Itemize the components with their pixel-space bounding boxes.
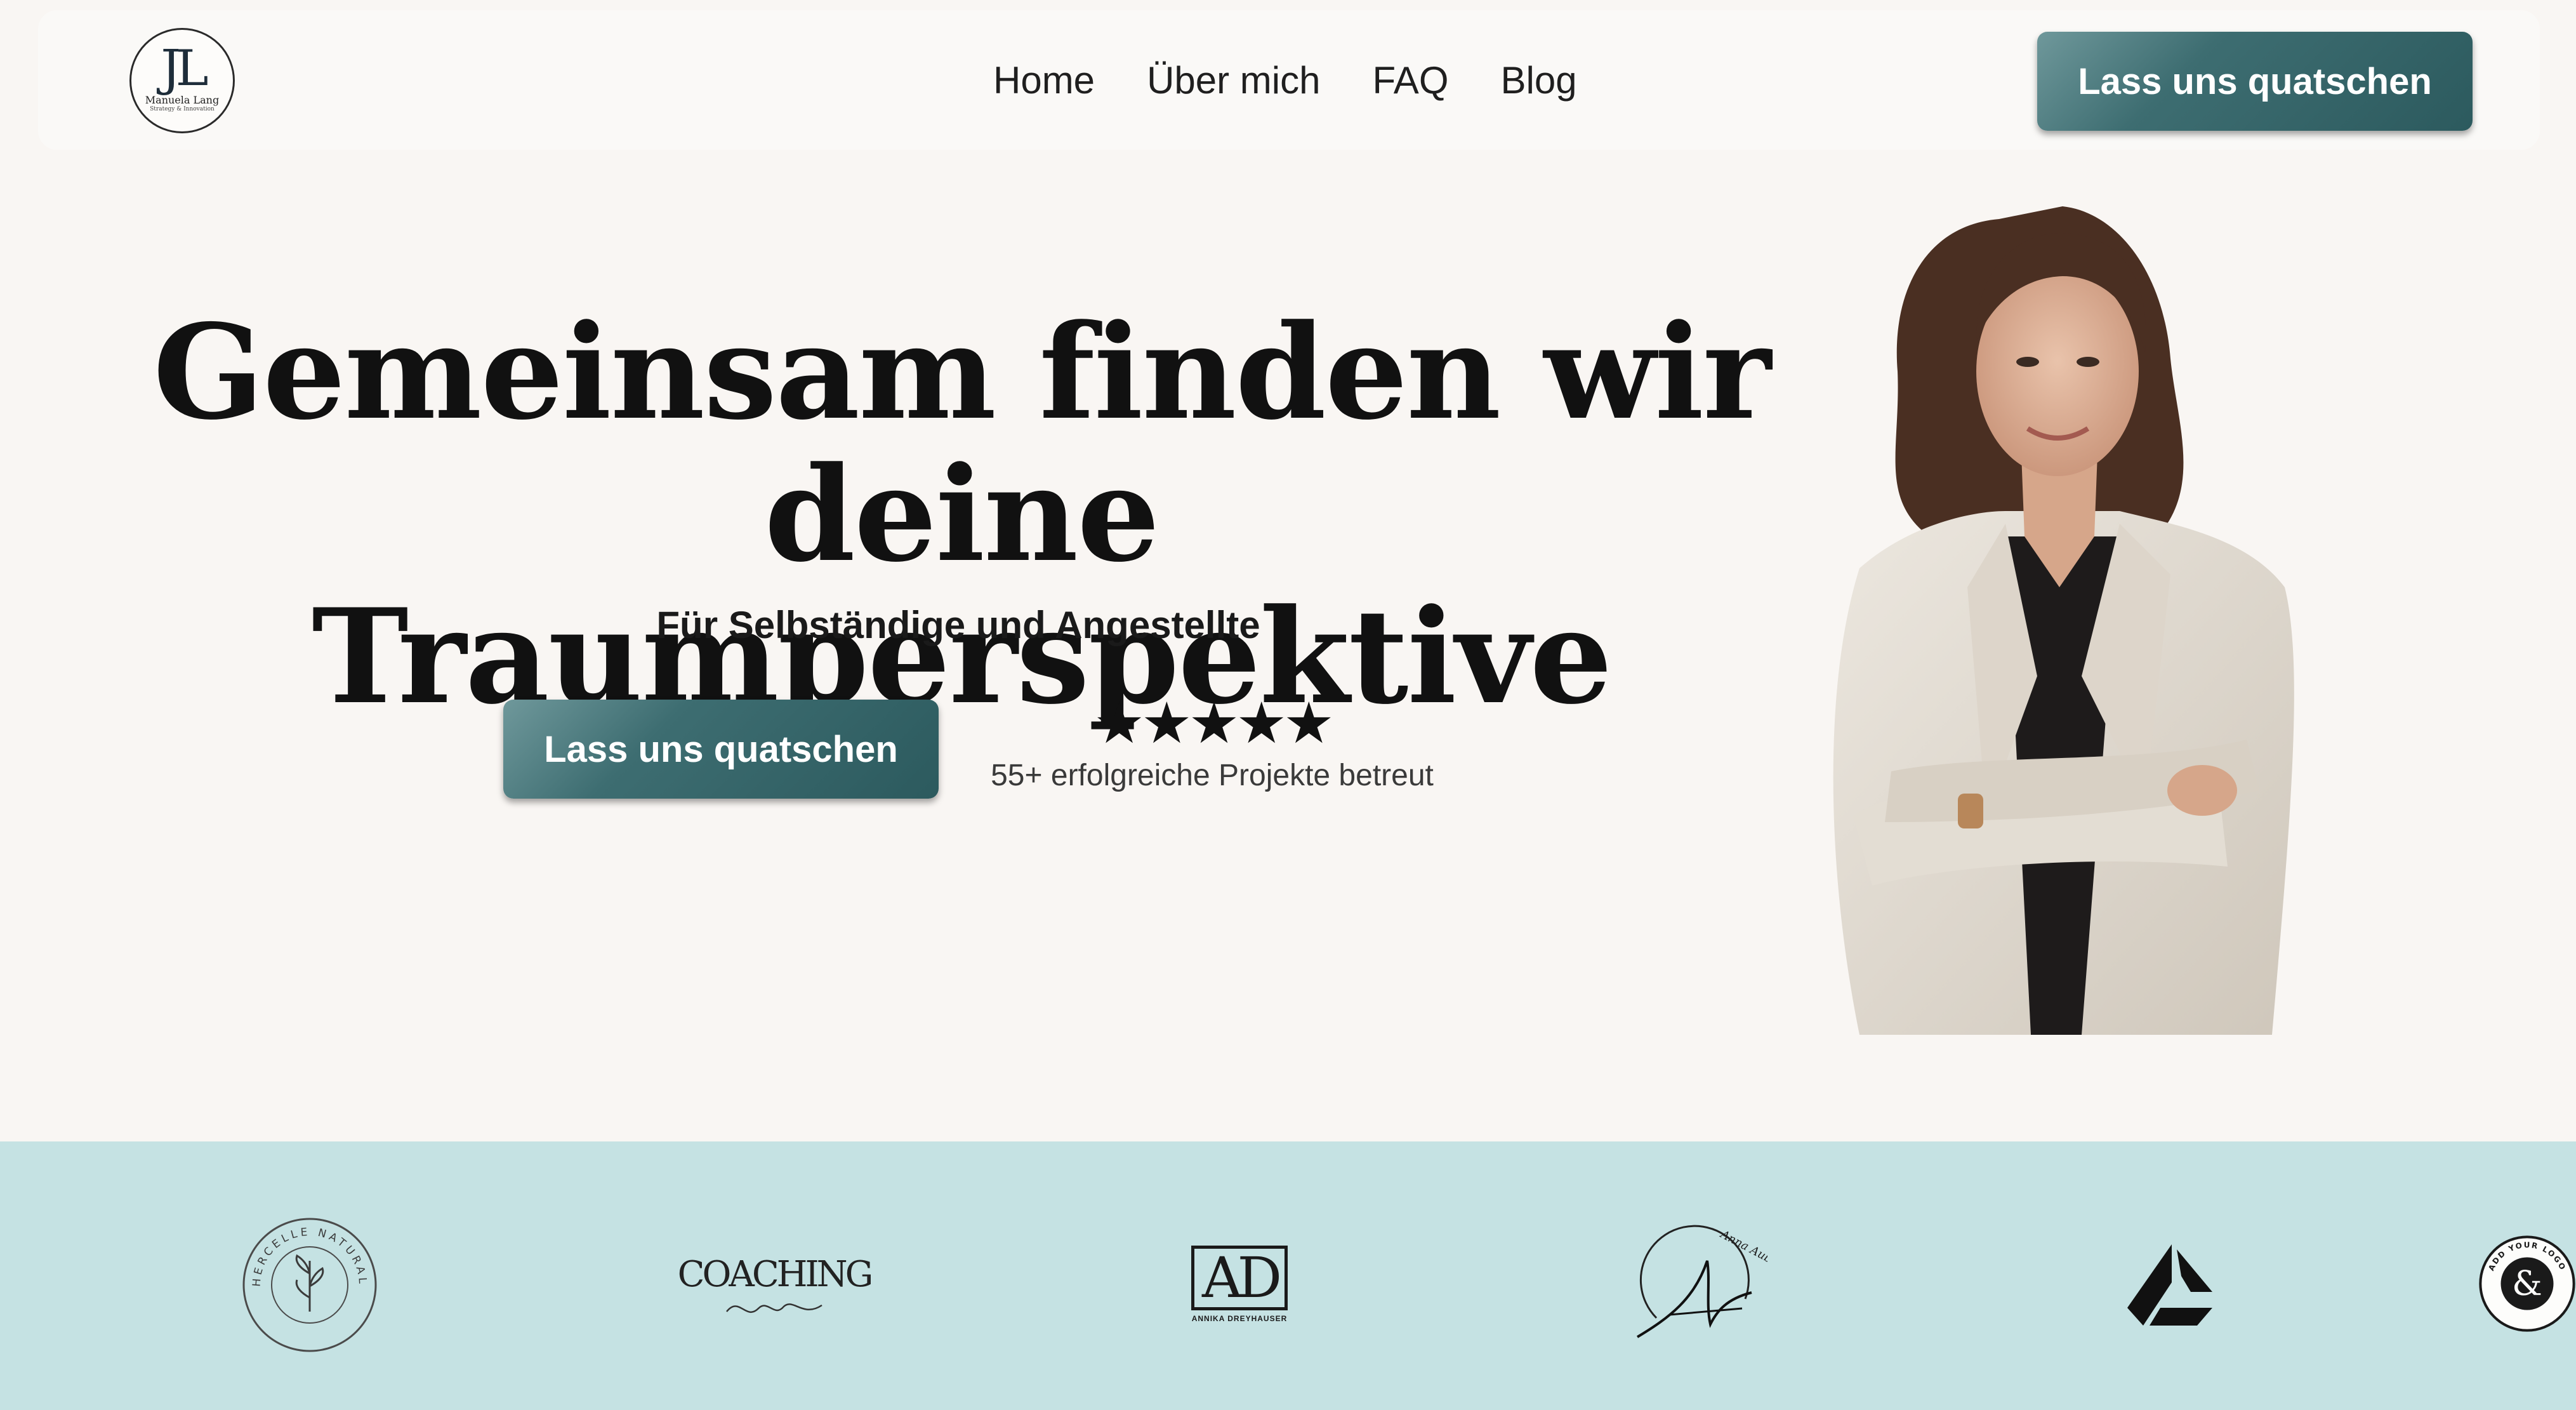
- logo-2-text: COACHING: [677, 1254, 874, 1295]
- ad-monogram-logo: AD ANNIKA DREYHAUSER: [1180, 1240, 1298, 1329]
- hero-title: Gemeinsam finden wir deine Traumperspekt…: [83, 302, 1840, 728]
- geometric-mark-logo: [2127, 1244, 2212, 1326]
- rating-block: ★★★★★ 55+ erfolgreiche Projekte betreut: [977, 693, 1447, 793]
- header-contact-button[interactable]: Lass uns quatschen: [2037, 32, 2473, 131]
- nav-ueber-mich[interactable]: Über mich: [1147, 58, 1320, 102]
- brand-logo[interactable]: JL Manuela Lang Strategy & Innovation: [129, 28, 235, 133]
- nav-home[interactable]: Home: [993, 58, 1095, 102]
- five-stars-icon: ★★★★★: [1093, 692, 1334, 755]
- herbal-wreath-logo: HERCELLE NATURAL: [241, 1216, 378, 1353]
- logo-monogram: JL: [161, 39, 208, 97]
- coaching-script-logo: COACHING: [678, 1249, 873, 1332]
- portrait-image: [1833, 206, 2294, 1035]
- hero-contact-button[interactable]: Lass uns quatschen: [503, 700, 939, 799]
- circle-badge-logo: & ADD YOUR LOGO: [2478, 1211, 2576, 1356]
- hero-subtitle: Für Selbständige und Angestellte: [656, 604, 1260, 646]
- logo-name: Manuela Lang: [145, 93, 220, 106]
- svg-text:&: &: [2512, 1263, 2542, 1303]
- signature-a-logo: Anna Aubenger: [1631, 1223, 1767, 1343]
- client-logos-strip: HERCELLE NATURAL COACHING AD ANNIKA DREY…: [0, 1141, 2576, 1410]
- rating-text: 55+ erfolgreiche Projekte betreut: [991, 759, 1434, 792]
- nav-faq[interactable]: FAQ: [1372, 58, 1448, 102]
- main-nav: Home Über mich FAQ Blog: [993, 10, 1577, 150]
- nav-blog[interactable]: Blog: [1501, 58, 1577, 102]
- logo-3-mark: AD: [1191, 1246, 1288, 1310]
- hero-title-line-1: Gemeinsam finden wir deine: [153, 296, 1771, 591]
- logo-tagline: Strategy & Innovation: [150, 106, 215, 113]
- logo-3-text: ANNIKA DREYHAUSER: [1191, 1314, 1288, 1323]
